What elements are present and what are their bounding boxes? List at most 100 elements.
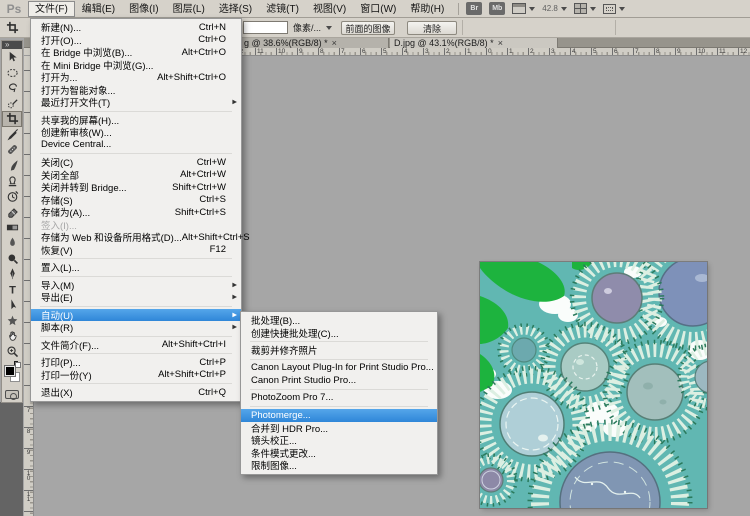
file-menu-item-save[interactable]: 存储(S)Ctrl+S (31, 194, 241, 207)
file-menu-item-print-one-copy[interactable]: 打印一份(Y)Alt+Shift+Ctrl+P (31, 369, 241, 382)
automate-item-create-droplet[interactable]: 创建快捷批处理(C)... (241, 327, 437, 340)
menubar-item-layer[interactable]: 图层(L) (166, 1, 212, 17)
menubar-item-window[interactable]: 窗口(W) (353, 1, 403, 17)
marquee-tool[interactable] (2, 65, 22, 81)
file-menu-item-browse-in-mini-bridge[interactable]: 在 Mini Bridge 中浏览(G)... (31, 59, 241, 72)
menu-item-label: Photomerge... (251, 410, 311, 421)
file-menu-item-export[interactable]: 导出(E)▶ (31, 291, 241, 304)
crop-width-input[interactable] (243, 21, 288, 34)
file-menu-item-open-as[interactable]: 打开为...Alt+Shift+Ctrl+O (31, 71, 241, 84)
zoom-tool[interactable] (2, 344, 22, 360)
file-menu-item-automate[interactable]: 自动(U)▶ (31, 309, 241, 322)
pen-tool[interactable] (2, 266, 22, 282)
color-swatches[interactable] (2, 361, 22, 387)
file-menu-item-place[interactable]: 置入(L)... (31, 261, 241, 274)
path-selection-tool[interactable] (2, 297, 22, 313)
brush-tool[interactable] (2, 158, 22, 174)
quick-selection-tool[interactable] (2, 96, 22, 112)
file-menu-item-revert[interactable]: 恢复(V)F12 (31, 244, 241, 257)
file-menu-item-scripts[interactable]: 脚本(R)▶ (31, 321, 241, 334)
ruler-number: 2 (528, 48, 534, 55)
menubar-item-select[interactable]: 选择(S) (212, 1, 259, 17)
ruler-number: 11 (255, 48, 264, 55)
file-menu-item-open-recent[interactable]: 最近打开文件(T)▶ (31, 96, 241, 109)
screen-mode-dropdown[interactable] (603, 4, 625, 14)
file-menu-item-device-central[interactable]: Device Central... (31, 139, 241, 152)
automate-item-crop-and-straighten[interactable]: 裁剪并修齐照片 (241, 344, 437, 357)
foreground-color-swatch[interactable] (5, 366, 15, 376)
menubar-item-filter[interactable]: 滤镜(T) (259, 1, 306, 17)
clear-button[interactable]: 清除 (407, 21, 457, 35)
document-image[interactable] (480, 262, 707, 508)
clone-stamp-tool[interactable] (2, 173, 22, 189)
collapse-panel-icon[interactable]: » (2, 41, 22, 49)
healing-brush-tool[interactable] (2, 142, 22, 158)
view-extras-dropdown[interactable] (512, 3, 535, 14)
automate-item-fit-image[interactable]: 限制图像... (241, 459, 437, 472)
menubar-item-edit[interactable]: 编辑(E) (75, 1, 122, 17)
launch-bridge-button[interactable]: Br (466, 2, 482, 15)
lasso-tool[interactable] (2, 80, 22, 96)
custom-shape-tool[interactable] (2, 313, 22, 329)
arrange-documents-dropdown[interactable] (574, 3, 596, 14)
ruler-number: 2 (444, 48, 450, 55)
zoom-level-dropdown[interactable]: 42.8 (542, 4, 567, 13)
automate-item-canon-layout-plugin[interactable]: Canon Layout Plug-In for Print Studio Pr… (241, 362, 437, 375)
eraser-tool[interactable] (2, 204, 22, 220)
hand-tool[interactable] (2, 328, 22, 344)
file-menu-item-print[interactable]: 打印(P)...Ctrl+P (31, 356, 241, 369)
close-tab-icon[interactable]: × (498, 39, 503, 48)
file-menu-item-create-new-review[interactable]: 创建新审核(W)... (31, 126, 241, 139)
file-menu-item-new[interactable]: 新建(N)...Ctrl+N (31, 21, 241, 34)
ruler-number: 6 (360, 48, 366, 55)
file-menu-item-share-my-screen[interactable]: 共享我的屏幕(H)... (31, 114, 241, 127)
file-menu-item-file-info[interactable]: 文件简介(F)...Alt+Shift+Ctrl+I (31, 339, 241, 352)
history-brush-tool[interactable] (2, 189, 22, 205)
hand-tool-icon (6, 329, 19, 342)
gradient-tool[interactable] (2, 220, 22, 236)
type-tool[interactable]: T (2, 282, 22, 298)
automate-item-merge-to-hdr-pro[interactable]: 合并到 HDR Pro... (241, 422, 437, 435)
menu-separator (250, 389, 428, 390)
menu-item-label: 裁剪并修齐照片 (251, 343, 318, 357)
launch-mini-bridge-button[interactable]: Mb (489, 2, 505, 15)
file-menu-item-check-in[interactable]: 签入(I)... (31, 219, 241, 232)
file-menu-item-close[interactable]: 关闭(C)Ctrl+W (31, 156, 241, 169)
eyedropper-tool[interactable] (2, 127, 22, 143)
menu-item-label: Canon Layout Plug-In for Print Studio Pr… (251, 362, 434, 373)
file-menu-item-open[interactable]: 打开(O)...Ctrl+O (31, 34, 241, 47)
automate-item-lens-correction[interactable]: 镜头校正... (241, 434, 437, 447)
automate-item-photozoom-pro-7[interactable]: PhotoZoom Pro 7... (241, 392, 437, 405)
menubar-item-image[interactable]: 图像(I) (122, 1, 165, 17)
file-menu-item-open-as-smart-object[interactable]: 打开为智能对象... (31, 84, 241, 97)
automate-item-batch[interactable]: 批处理(B)... (241, 314, 437, 327)
menu-item-label: 限制图像... (251, 458, 297, 472)
menubar-item-file[interactable]: 文件(F) (28, 1, 75, 17)
file-menu-item-close-and-go-to-bridge[interactable]: 关闭并转到 Bridge...Shift+Ctrl+W (31, 181, 241, 194)
menubar-item-help[interactable]: 帮助(H) (403, 1, 451, 17)
file-menu-item-save-for-web[interactable]: 存储为 Web 和设备所用格式(D)...Alt+Shift+Ctrl+S (31, 231, 241, 244)
blur-tool[interactable] (2, 235, 22, 251)
file-menu-item-save-as[interactable]: 存储为(A)...Shift+Ctrl+S (31, 206, 241, 219)
automate-item-conditional-mode-change[interactable]: 条件模式更改... (241, 447, 437, 460)
automate-item-photomerge[interactable]: Photomerge... (241, 409, 437, 422)
file-menu-item-close-all[interactable]: 关闭全部Alt+Ctrl+W (31, 169, 241, 182)
close-tab-icon[interactable]: × (332, 39, 337, 48)
file-menu-item-browse-in-bridge[interactable]: 在 Bridge 中浏览(B)...Alt+Ctrl+O (31, 46, 241, 59)
quick-mask-mode-button[interactable] (5, 390, 19, 399)
dodge-tool[interactable] (2, 251, 22, 267)
move-tool[interactable] (2, 49, 22, 65)
document-tab-1[interactable]: g @ 38.6%(RGB/8) *× (240, 38, 389, 48)
document-tab-2[interactable]: D.jpg @ 43.1%(RGB/8) *× (390, 38, 558, 48)
ruler-number: 5 (591, 48, 597, 55)
automate-item-canon-print-studio-pro[interactable]: Canon Print Studio Pro... (241, 374, 437, 387)
front-image-button[interactable]: 前面的图像 (341, 21, 395, 35)
crop-tool[interactable] (2, 111, 22, 127)
menubar-item-view[interactable]: 视图(V) (306, 1, 353, 17)
file-menu-item-exit[interactable]: 退出(X)Ctrl+Q (31, 386, 241, 399)
default-colors-icon[interactable] (14, 361, 21, 368)
menu-separator (40, 111, 232, 112)
resolution-unit-dropdown[interactable]: 像素/... (293, 21, 332, 34)
file-menu-item-import[interactable]: 导入(M)▶ (31, 279, 241, 292)
menu-item-shortcut: Ctrl+S (199, 194, 236, 205)
